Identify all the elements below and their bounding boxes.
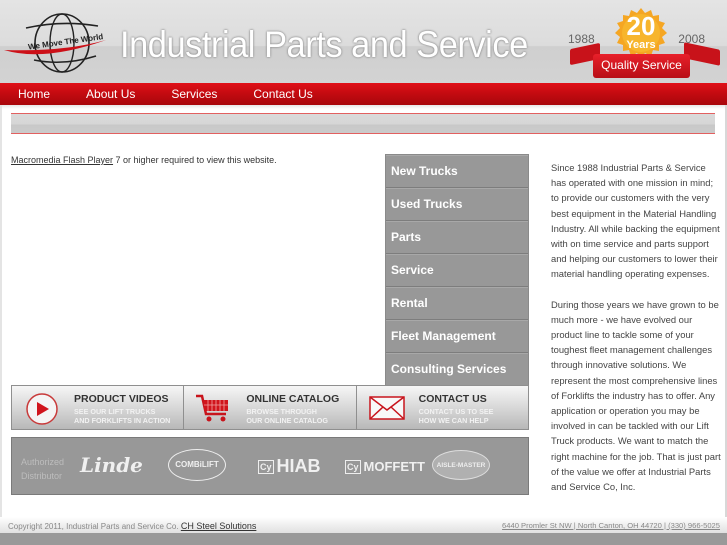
brand-linde-logo[interactable]: Linde: [80, 453, 143, 477]
side-menu-service[interactable]: Service: [386, 254, 528, 287]
nav-contact-us[interactable]: Contact Us: [253, 87, 312, 101]
cy-mark-icon: Cy: [345, 459, 361, 474]
flash-notice: Macromedia Flash Player 7 or higher requ…: [11, 155, 277, 165]
distributor-label-line: Authorized: [21, 457, 65, 467]
copyright-text: Copyright 2011, Industrial Parts and Ser…: [8, 522, 181, 531]
about-text: Since 1988 Industrial Parts & Service ha…: [551, 160, 721, 509]
footer-bottom-bar: [0, 533, 727, 545]
promo-desc: SEE OUR LIFT TRUCKS AND FORKLIFTS IN ACTI…: [74, 407, 170, 425]
side-menu-consulting-services[interactable]: Consulting Services: [386, 353, 528, 386]
badge-year-start: 1988: [568, 32, 595, 46]
globe-logo-icon[interactable]: We Move The World: [4, 10, 110, 76]
copyright: Copyright 2011, Industrial Parts and Ser…: [8, 521, 256, 531]
brand-hiab-logo[interactable]: Cy HIAB: [258, 456, 321, 477]
nav-shadow: [0, 105, 727, 109]
ribbon-text: Quality Service: [601, 58, 682, 72]
distributor-label-line: Distributor: [21, 471, 63, 481]
side-menu-new-trucks[interactable]: New Trucks: [386, 155, 528, 188]
badge-year-end: 2008: [678, 32, 705, 46]
promo-title: PRODUCT VIDEOS: [74, 393, 169, 405]
flash-notice-text: 7 or higher required to view this websit…: [113, 155, 277, 165]
anniversary-badge: 1988 2008 20 Years Quality Service: [560, 6, 727, 81]
promo-online-catalog[interactable]: ONLINE CATALOG BROWSE THROUGH OUR ONLINE …: [184, 386, 357, 429]
brand-combilift-logo[interactable]: COMBiLIFT: [168, 449, 226, 481]
promo-title: CONTACT US: [418, 393, 487, 405]
promo-product-videos[interactable]: PRODUCT VIDEOS SEE OUR LIFT TRUCKS AND FO…: [12, 386, 185, 429]
distributor-bar: Authorized Distributor Linde COMBiLIFT C…: [11, 437, 529, 495]
badge-unit: Years: [626, 39, 656, 51]
nav-home[interactable]: Home: [18, 87, 50, 101]
distributor-label: Authorized Distributor: [21, 455, 64, 483]
badge-number: 20: [626, 11, 656, 41]
brand-moffett-logo[interactable]: Cy MOFFETT: [345, 459, 425, 474]
promo-row: PRODUCT VIDEOS SEE OUR LIFT TRUCKS AND FO…: [11, 385, 529, 430]
sub-banner: [11, 113, 715, 134]
address-link[interactable]: 6440 Promler St NW | North Canton, OH 44…: [502, 521, 720, 530]
promo-desc-line: CONTACT US TO SEE: [418, 407, 494, 416]
promo-desc-line: HOW WE CAN HELP: [418, 416, 489, 425]
main-nav: Home About Us Services Contact Us: [0, 83, 727, 105]
promo-desc: BROWSE THROUGH OUR ONLINE CATALOG: [246, 407, 328, 425]
brand-aisle-master-logo[interactable]: AISLE-MASTER: [432, 450, 490, 480]
credit-link[interactable]: CH Steel Solutions: [181, 521, 257, 531]
about-paragraph: Since 1988 Industrial Parts & Service ha…: [551, 162, 720, 280]
promo-desc-line: SEE OUR LIFT TRUCKS: [74, 407, 156, 416]
play-icon: [26, 393, 58, 425]
about-paragraph: During those years we have grown to be m…: [551, 298, 721, 493]
promo-desc-line: BROWSE THROUGH: [246, 407, 318, 416]
side-menu-rental[interactable]: Rental: [386, 287, 528, 320]
promo-desc: CONTACT US TO SEE HOW WE CAN HELP: [419, 407, 494, 425]
site-title: Industrial Parts and Service: [120, 24, 528, 65]
side-menu: New Trucks Used Trucks Parts Service Ren…: [385, 154, 529, 387]
cy-mark-icon: Cy: [258, 459, 274, 474]
flash-player-link[interactable]: Macromedia Flash Player: [11, 155, 113, 165]
nav-about-us[interactable]: About Us: [86, 87, 135, 101]
promo-title: ONLINE CATALOG: [246, 393, 340, 405]
brand-hiab-text: HIAB: [276, 456, 321, 476]
promo-desc-line: OUR ONLINE CATALOG: [246, 416, 328, 425]
promo-contact-us[interactable]: CONTACT US CONTACT US TO SEE HOW WE CAN H…: [356, 386, 528, 429]
promo-desc-line: AND FORKLIFTS IN ACTION: [74, 416, 171, 425]
page-border-left: [0, 105, 2, 517]
shopping-cart-icon: [196, 394, 229, 422]
nav-services[interactable]: Services: [171, 87, 217, 101]
envelope-icon: [368, 396, 405, 420]
side-menu-fleet-management[interactable]: Fleet Management: [386, 320, 528, 353]
side-menu-parts[interactable]: Parts: [386, 221, 528, 254]
side-menu-used-trucks[interactable]: Used Trucks: [386, 188, 528, 221]
header: We Move The World Industrial Parts and S…: [0, 0, 727, 83]
brand-moffett-text: MOFFETT: [363, 459, 425, 474]
